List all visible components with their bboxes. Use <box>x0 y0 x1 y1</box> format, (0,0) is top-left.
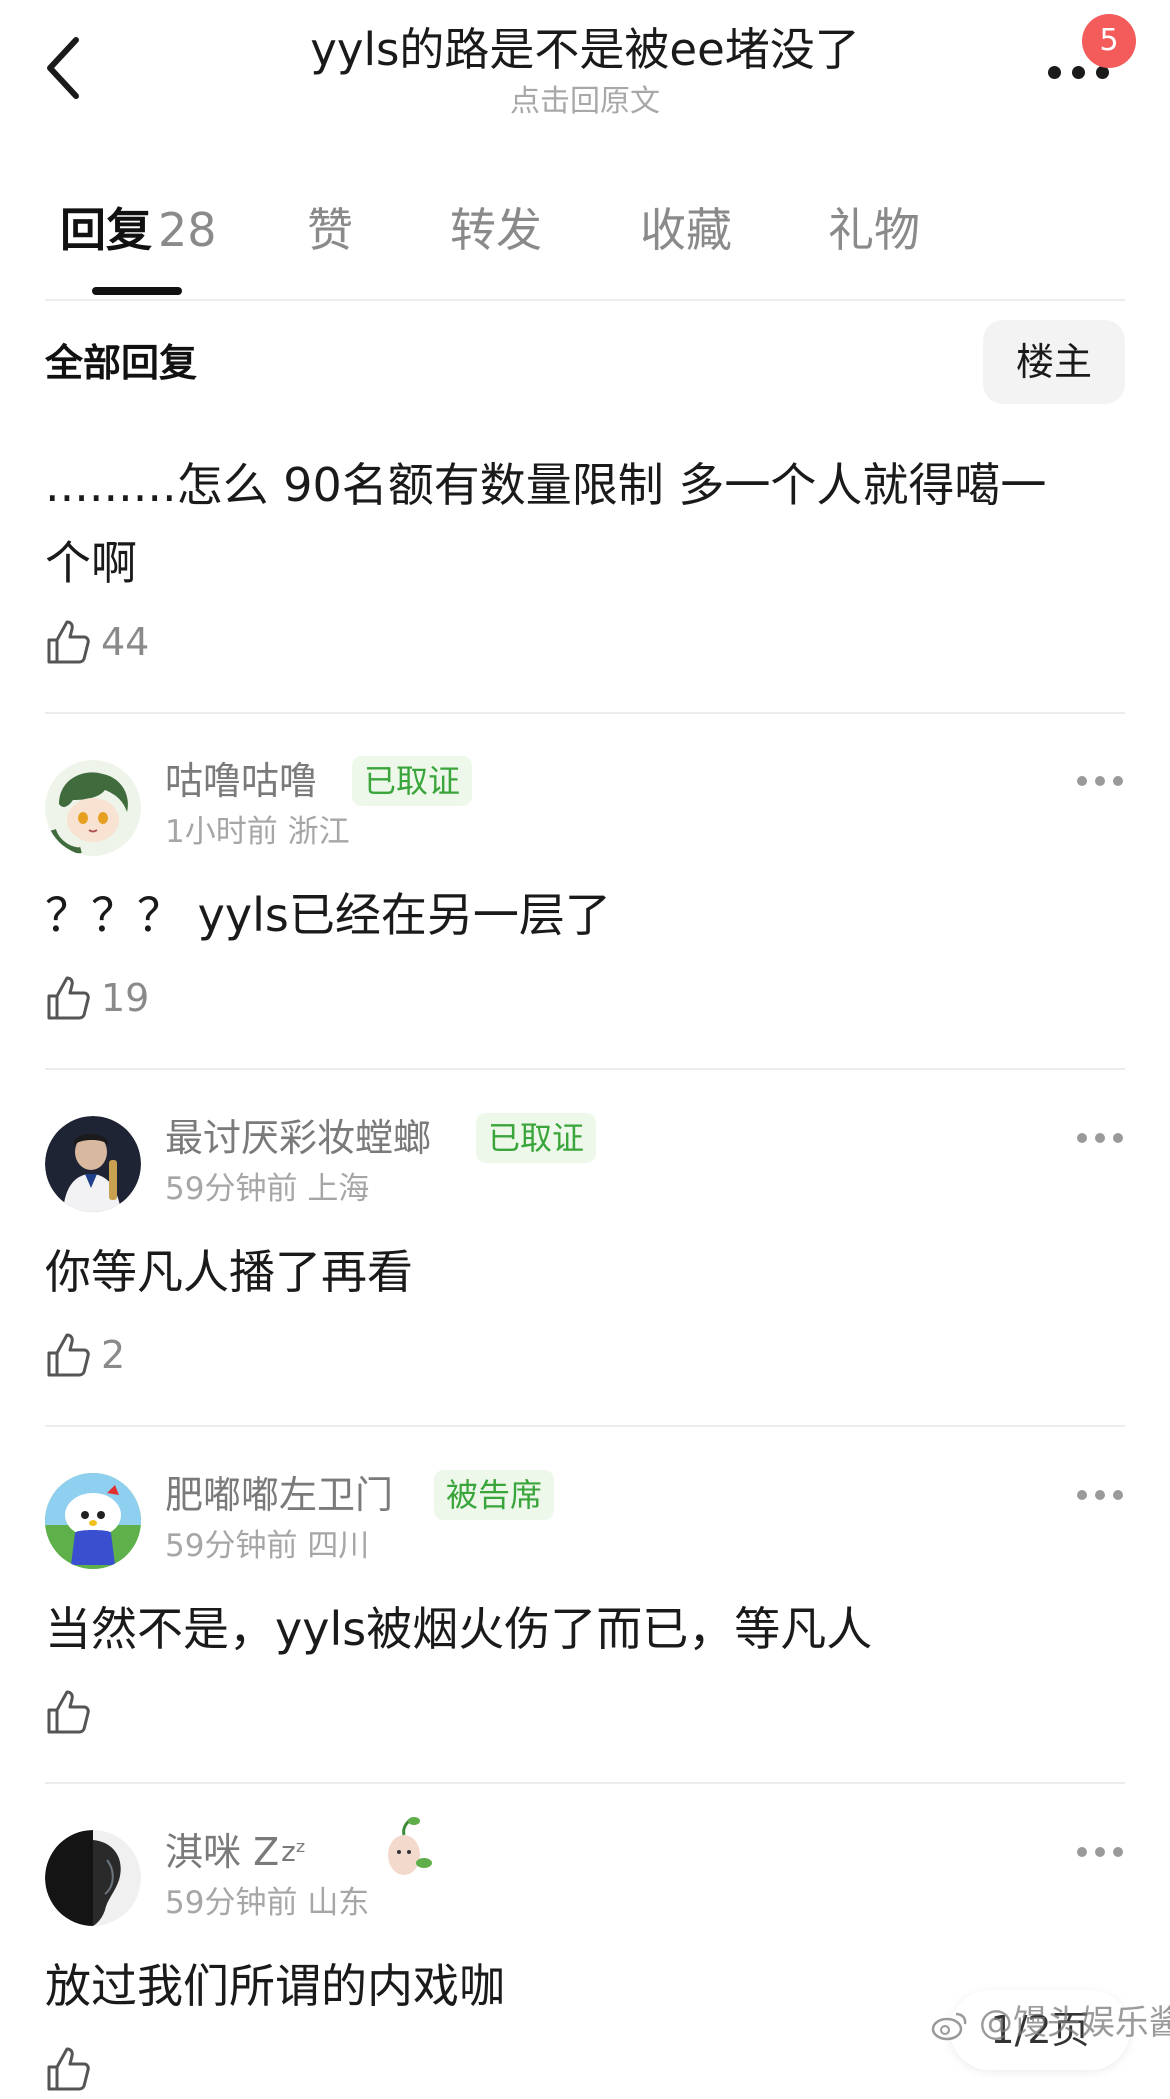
op-only-button[interactable]: 楼主 <box>983 320 1125 404</box>
comment-text: 你等凡人播了再看 <box>45 1245 413 1299</box>
user-tag-badge: 已取证 <box>352 756 473 806</box>
anime-avatar-icon <box>45 760 141 856</box>
avatar[interactable] <box>45 1830 141 1926</box>
tab-reposts[interactable]: 转发 <box>450 190 542 270</box>
page-title: yyls的路是不是被ee堵没了 <box>310 23 860 76</box>
comment-time: 59分钟前 <box>165 1171 298 1207</box>
comment-meta: 1小时前 浙江 <box>165 810 350 854</box>
silhouette-avatar-icon <box>45 1830 141 1926</box>
user-name[interactable]: 淇咪 Zzᶻ <box>165 1825 306 1879</box>
title-block[interactable]: yyls的路是不是被ee堵没了 点击回原文 <box>200 18 970 122</box>
thumbs-up-icon <box>47 976 90 1020</box>
comment-meta: 59分钟前 四川 <box>165 1524 369 1568</box>
chevron-left-icon <box>47 37 79 99</box>
back-to-original-link[interactable]: 点击回原文 <box>200 82 970 122</box>
top-bar: yyls的路是不是被ee堵没了 点击回原文 5 <box>0 0 1170 140</box>
comment-more-button[interactable] <box>1075 766 1125 796</box>
user-name[interactable]: 咕噜咕噜 <box>165 754 317 808</box>
tab-label: 收藏 <box>640 203 732 257</box>
more-dots-icon <box>1048 66 1128 80</box>
divider <box>45 1068 1125 1070</box>
tab-label: 回复 <box>60 203 152 257</box>
tab-bar: 回复 28 赞 转发 收藏 礼物 <box>0 190 1170 300</box>
comment-location: 山东 <box>307 1885 370 1921</box>
post-text-line: .........怎么 90名额有数量限制 多一个人就得噶一 <box>45 458 1047 512</box>
comment-meta: 59分钟前 上海 <box>165 1167 369 1211</box>
comment-more-button[interactable] <box>1075 1837 1125 1867</box>
tab-favorites[interactable]: 收藏 <box>640 190 732 270</box>
user-tag-badge: 被告席 <box>434 1470 555 1520</box>
watermark: @馒头娱乐酱 <box>930 1998 1170 2048</box>
avatar[interactable] <box>45 760 141 856</box>
comment-time: 1小时前 <box>165 814 278 850</box>
weibo-logo-icon <box>931 2012 967 2040</box>
thumbs-up-icon <box>47 1333 90 1377</box>
user-name-suffix: zᶻ <box>281 1835 307 1868</box>
comment-text: 当然不是，yyls被烟火伤了而已，等凡人 <box>45 1602 873 1656</box>
sprout-sticker-icon <box>388 1817 432 1875</box>
tab-label: 转发 <box>450 203 542 257</box>
tab-replies[interactable]: 回复 28 <box>60 190 217 270</box>
thumbs-up-icon <box>47 1690 90 1734</box>
post-text-line: 个啊 <box>45 536 137 590</box>
comment-time: 59分钟前 <box>165 1885 298 1921</box>
comment-meta: 59分钟前 山东 <box>165 1881 369 1925</box>
divider <box>45 712 1125 714</box>
active-tab-indicator <box>92 287 182 295</box>
comment-more-button[interactable] <box>1075 1123 1125 1153</box>
post-text: .........怎么 90名额有数量限制 多一个人就得噶一 个啊 <box>45 446 1125 602</box>
tab-count: 28 <box>158 203 217 257</box>
watermark-text: @馒头娱乐酱 <box>978 2003 1170 2043</box>
user-name[interactable]: 最讨厌彩妆螳螂 <box>165 1111 431 1165</box>
back-button[interactable] <box>36 28 96 108</box>
tab-label: 赞 <box>307 203 353 257</box>
user-name[interactable]: 肥嘟嘟左卫门 <box>165 1468 393 1522</box>
notification-badge: 5 <box>1082 14 1136 68</box>
comment-text: ？？？ yyls已经在另一层了 <box>45 888 611 942</box>
tab-gifts[interactable]: 礼物 <box>828 190 920 270</box>
like-count: 2 <box>101 1333 126 1377</box>
tab-label: 礼物 <box>828 203 920 257</box>
avatar[interactable] <box>45 1473 141 1569</box>
user-tag-badge: 已取证 <box>476 1113 597 1163</box>
comment-more-button[interactable] <box>1075 1480 1125 1510</box>
comment-location: 四川 <box>307 1528 370 1564</box>
like-count: 19 <box>101 976 150 1020</box>
thumbs-up-icon <box>47 2047 90 2091</box>
comment-location: 上海 <box>307 1171 370 1207</box>
like-count: 44 <box>101 620 150 664</box>
divider <box>45 1782 1125 1784</box>
tab-likes[interactable]: 赞 <box>307 190 353 270</box>
divider <box>45 1425 1125 1427</box>
athlete-avatar-icon <box>45 1116 141 1212</box>
cartoon-cat-avatar-icon <box>45 1473 141 1569</box>
thumbs-up-icon <box>47 620 90 664</box>
avatar[interactable] <box>45 1116 141 1212</box>
user-name-text: 淇咪 Z <box>165 1830 280 1874</box>
comment-time: 59分钟前 <box>165 1528 298 1564</box>
all-replies-filter[interactable]: 全部回复 <box>45 335 197 391</box>
comment-location: 浙江 <box>287 814 350 850</box>
divider <box>45 299 1125 301</box>
